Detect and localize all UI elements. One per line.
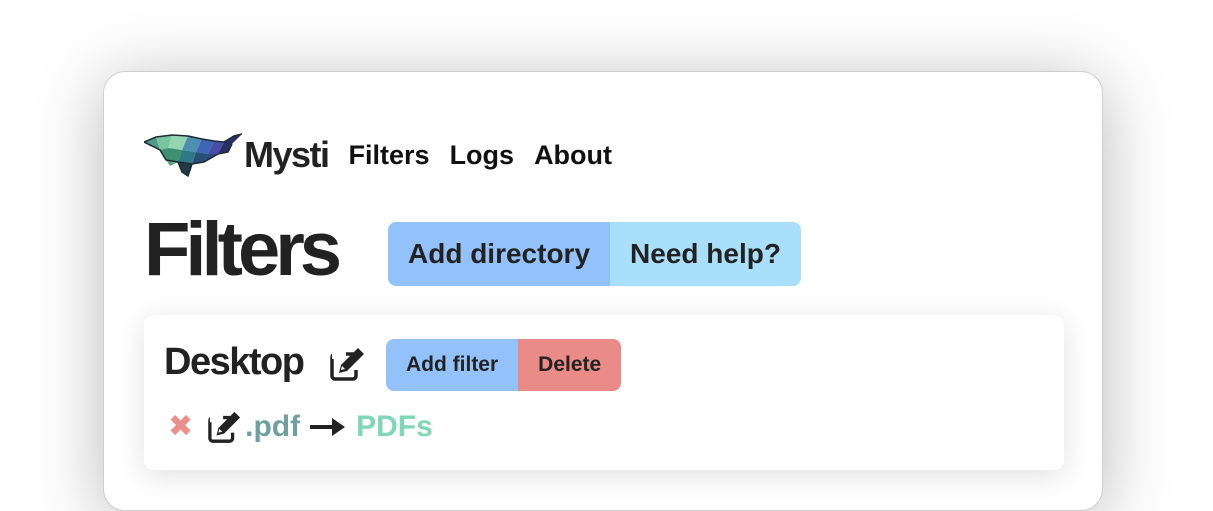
brand-name: Mysti [244, 134, 330, 175]
page-title: Filters [144, 207, 342, 292]
nav-link-about[interactable]: About [534, 140, 612, 171]
need-help-button[interactable]: Need help? [610, 222, 801, 286]
arrow-right-icon [310, 416, 346, 438]
directory-card: Desktop Add filter Delete ✖ .pdf PDFs [144, 315, 1064, 470]
logo[interactable]: Mysti [144, 130, 330, 180]
filter-target: PDFs [356, 410, 433, 443]
filter-row: ✖ .pdf PDFs [168, 407, 433, 447]
app-window: Mysti Filters Logs About Filters Add dir… [103, 71, 1103, 511]
nav-link-filters[interactable]: Filters [349, 140, 430, 171]
nav-link-logs[interactable]: Logs [450, 140, 515, 171]
directory-name: Desktop [164, 341, 305, 383]
add-filter-button[interactable]: Add filter [386, 339, 519, 391]
whale-logo-icon [144, 133, 242, 178]
top-nav: Mysti Filters Logs About [144, 130, 612, 180]
filter-extension: .pdf [245, 410, 301, 443]
add-directory-button[interactable]: Add directory [388, 222, 611, 286]
edit-directory-icon[interactable] [329, 346, 367, 382]
directory-actions: Add filter Delete [386, 339, 622, 391]
delete-directory-button[interactable]: Delete [518, 339, 622, 391]
edit-filter-icon[interactable] [207, 410, 243, 444]
close-x-icon[interactable]: ✖ [168, 412, 193, 442]
page-actions: Add directory Need help? [388, 222, 801, 286]
